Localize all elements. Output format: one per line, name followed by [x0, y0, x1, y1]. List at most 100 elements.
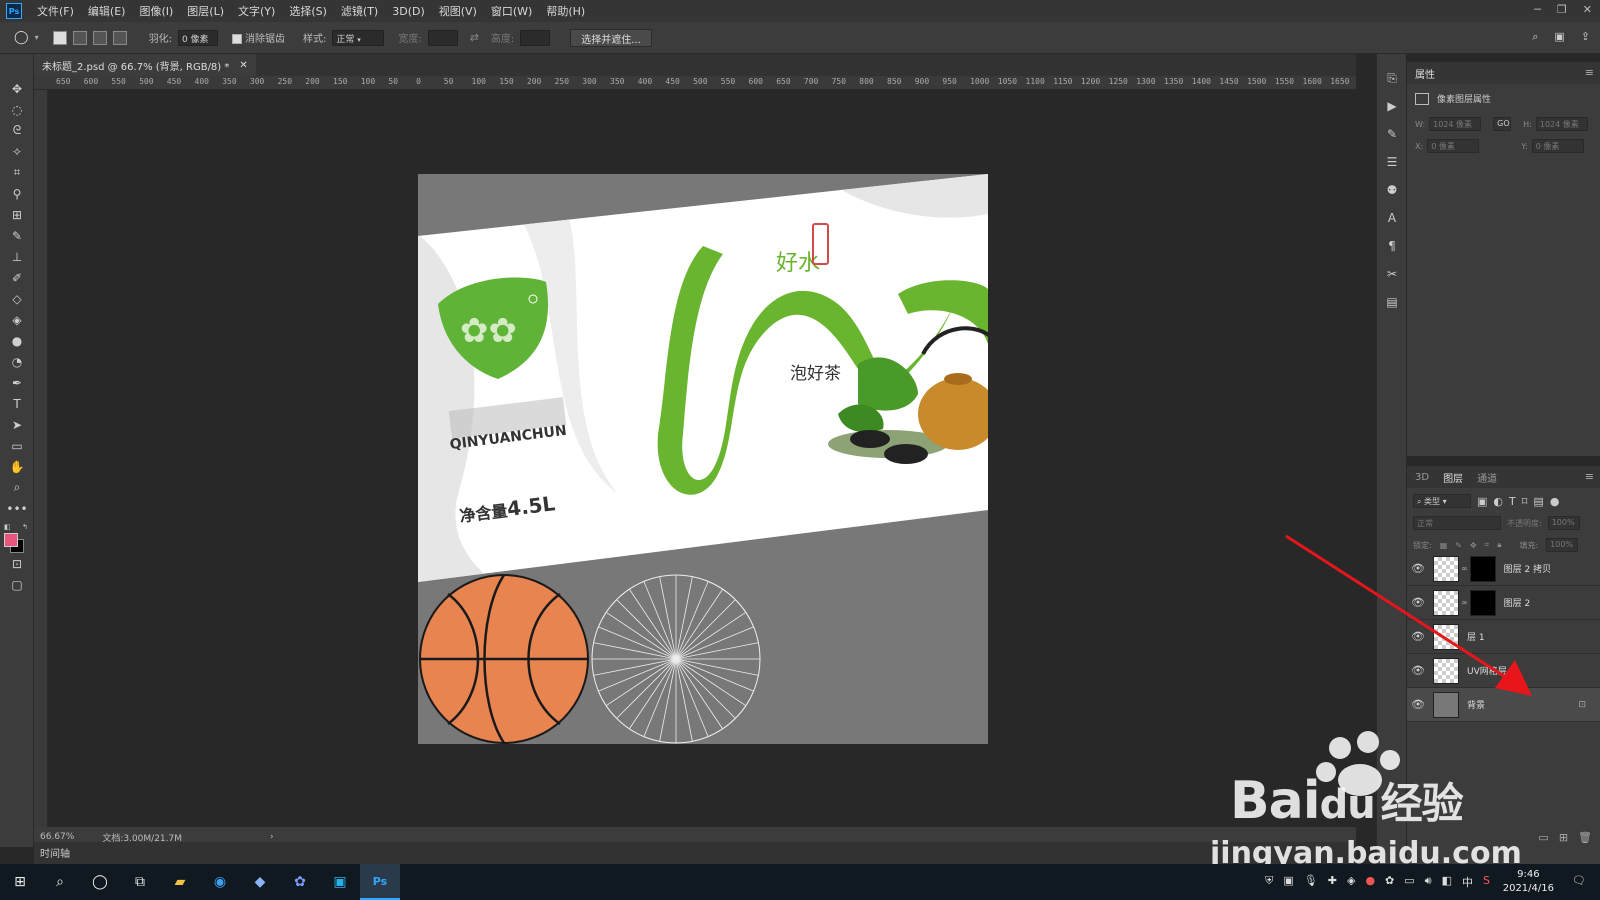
- file-explorer-icon[interactable]: ▰: [160, 864, 200, 900]
- more-tools-icon[interactable]: •••: [0, 498, 34, 519]
- swap-colors-icon[interactable]: ↰: [22, 523, 28, 531]
- hand-tool-icon[interactable]: ✋: [0, 456, 34, 477]
- default-colors-icon[interactable]: ◧: [4, 523, 11, 531]
- style-select[interactable]: 正常 ▾: [332, 29, 385, 46]
- filter-toggle-icon[interactable]: ●: [1550, 495, 1560, 508]
- zoom-tool-icon[interactable]: ⌕: [0, 477, 34, 498]
- menu-window[interactable]: 窗口(W): [484, 3, 539, 19]
- tray-app-icon[interactable]: ✚: [1328, 874, 1337, 890]
- tab-channels[interactable]: 通道: [1477, 470, 1497, 485]
- stamp-tool-icon[interactable]: ⊥: [0, 246, 34, 267]
- menu-filter[interactable]: 滤镜(T): [334, 3, 385, 19]
- link-button[interactable]: GO: [1493, 117, 1512, 131]
- browser-icon[interactable]: ◉: [200, 864, 240, 900]
- menu-type[interactable]: 文字(Y): [231, 3, 282, 19]
- new-group-icon[interactable]: ▭: [1538, 831, 1548, 844]
- elliptical-marquee-icon[interactable]: ◯: [14, 30, 29, 45]
- magic-wand-icon[interactable]: ✧: [0, 141, 34, 162]
- fill-input[interactable]: 100%: [1546, 538, 1579, 552]
- blend-mode-select[interactable]: 正常: [1413, 516, 1501, 530]
- filter-smart-icon[interactable]: ▤: [1533, 495, 1543, 508]
- h-field[interactable]: 1024 像素: [1535, 117, 1588, 131]
- adjustments-icon[interactable]: ☰: [1377, 148, 1407, 176]
- tool-presets-icon[interactable]: ✂: [1377, 260, 1407, 288]
- healing-brush-icon[interactable]: ⊞: [0, 204, 34, 225]
- libraries-icon[interactable]: ▤: [1377, 288, 1407, 316]
- zoom-level[interactable]: 66.67%: [40, 832, 74, 842]
- opacity-input[interactable]: 100%: [1547, 516, 1580, 530]
- tray-app-icon[interactable]: ✿: [1385, 874, 1394, 890]
- foreground-color-swatch[interactable]: [4, 533, 18, 547]
- app-icon[interactable]: ▣: [320, 864, 360, 900]
- app-icon[interactable]: ◆: [240, 864, 280, 900]
- minimize-icon[interactable]: ─: [1534, 3, 1541, 16]
- intersect-selection-icon[interactable]: [112, 30, 127, 45]
- paint-bucket-icon[interactable]: ◈: [0, 309, 34, 330]
- screen-mode-icon[interactable]: ▢: [0, 574, 34, 595]
- actions-icon[interactable]: ▶: [1377, 92, 1407, 120]
- windows-start-icon[interactable]: ⊞: [0, 864, 40, 900]
- checkbox-icon[interactable]: [231, 34, 242, 44]
- history-icon[interactable]: ⎘: [1377, 64, 1407, 92]
- menu-file[interactable]: 文件(F): [30, 3, 81, 19]
- menu-layer[interactable]: 图层(L): [180, 3, 231, 19]
- search-icon[interactable]: ⌕: [40, 864, 80, 900]
- ime-indicator[interactable]: 中: [1462, 874, 1473, 890]
- crop-tool-icon[interactable]: ⌗: [0, 162, 34, 183]
- tray-app-icon[interactable]: ◈: [1347, 874, 1355, 890]
- share-icon[interactable]: ⇪: [1581, 30, 1590, 44]
- lasso-tool-icon[interactable]: ᘓ: [0, 120, 34, 141]
- subtract-selection-icon[interactable]: [92, 30, 107, 45]
- chevron-right-icon[interactable]: ›: [270, 832, 274, 842]
- eraser-tool-icon[interactable]: ◇: [0, 288, 34, 309]
- timeline-tab[interactable]: 时间轴: [40, 845, 70, 860]
- history-brush-icon[interactable]: ✐: [0, 267, 34, 288]
- tray-app-icon[interactable]: ◧: [1442, 874, 1452, 890]
- system-clock[interactable]: 9:46 2021/4/16: [1503, 868, 1554, 896]
- menu-help[interactable]: 帮助(H): [539, 3, 592, 19]
- search-icon[interactable]: ⌕: [1532, 30, 1538, 44]
- menu-edit[interactable]: 编辑(E): [81, 3, 133, 19]
- rectangle-tool-icon[interactable]: ▭: [0, 435, 34, 456]
- tray-app-icon[interactable]: ▣: [1283, 874, 1293, 890]
- layer-lock-icon[interactable]: ⊡: [1578, 700, 1586, 710]
- restore-icon[interactable]: ❐: [1557, 3, 1567, 16]
- panel-menu-icon[interactable]: ≡: [1585, 66, 1594, 79]
- paragraph-icon[interactable]: ¶: [1377, 232, 1407, 260]
- menu-view[interactable]: 视图(V): [432, 3, 484, 19]
- microphone-icon[interactable]: 🎙︎: [1304, 874, 1318, 890]
- sogou-icon[interactable]: S: [1483, 874, 1490, 890]
- layer-filter-select[interactable]: ⌕ 类型 ▾: [1413, 494, 1471, 508]
- volume-icon[interactable]: 🔊︎: [1425, 874, 1432, 890]
- type-tool-icon[interactable]: T: [0, 393, 34, 414]
- pen-tool-icon[interactable]: ✒: [0, 372, 34, 393]
- delete-layer-icon[interactable]: 🗑︎: [1578, 831, 1592, 844]
- properties-tab[interactable]: 属性: [1415, 66, 1435, 81]
- chevron-down-icon[interactable]: ▾: [35, 33, 39, 42]
- clone-source-icon[interactable]: ⚉: [1377, 176, 1407, 204]
- filter-type-icon[interactable]: T: [1509, 495, 1516, 508]
- dodge-tool-icon[interactable]: ◔: [0, 351, 34, 372]
- y-field[interactable]: 0 像素: [1531, 139, 1584, 153]
- move-tool-icon[interactable]: ✥: [0, 78, 34, 99]
- panel-menu-icon[interactable]: ≡: [1585, 470, 1594, 483]
- new-layer-icon[interactable]: ⊞: [1559, 831, 1568, 844]
- eyedropper-icon[interactable]: ⚲: [0, 183, 34, 204]
- menu-select[interactable]: 选择(S): [282, 3, 334, 19]
- add-selection-icon[interactable]: [72, 30, 87, 45]
- antialias-checkbox[interactable]: 消除锯齿: [231, 30, 285, 45]
- character-icon[interactable]: A: [1377, 204, 1407, 232]
- photoshop-taskbar-icon[interactable]: Ps: [360, 864, 400, 900]
- cortana-icon[interactable]: ◯: [80, 864, 120, 900]
- menu-image[interactable]: 图像(I): [132, 3, 180, 19]
- document-canvas[interactable]: ✿✿ QINYUANCHUN 净含量4.5L 好水 泡好茶: [418, 174, 988, 744]
- new-selection-icon[interactable]: [52, 30, 67, 45]
- tab-3d[interactable]: 3D: [1415, 472, 1429, 483]
- select-and-mask-button[interactable]: 选择并遮住...: [570, 28, 652, 47]
- height-input[interactable]: [520, 29, 551, 46]
- filter-adjust-icon[interactable]: ◐: [1493, 495, 1503, 508]
- brush-settings-icon[interactable]: ✎: [1377, 120, 1407, 148]
- feather-input[interactable]: 0 像素: [177, 29, 218, 46]
- workspace-icon[interactable]: ▣: [1554, 30, 1564, 44]
- filter-pixel-icon[interactable]: ▣: [1477, 495, 1487, 508]
